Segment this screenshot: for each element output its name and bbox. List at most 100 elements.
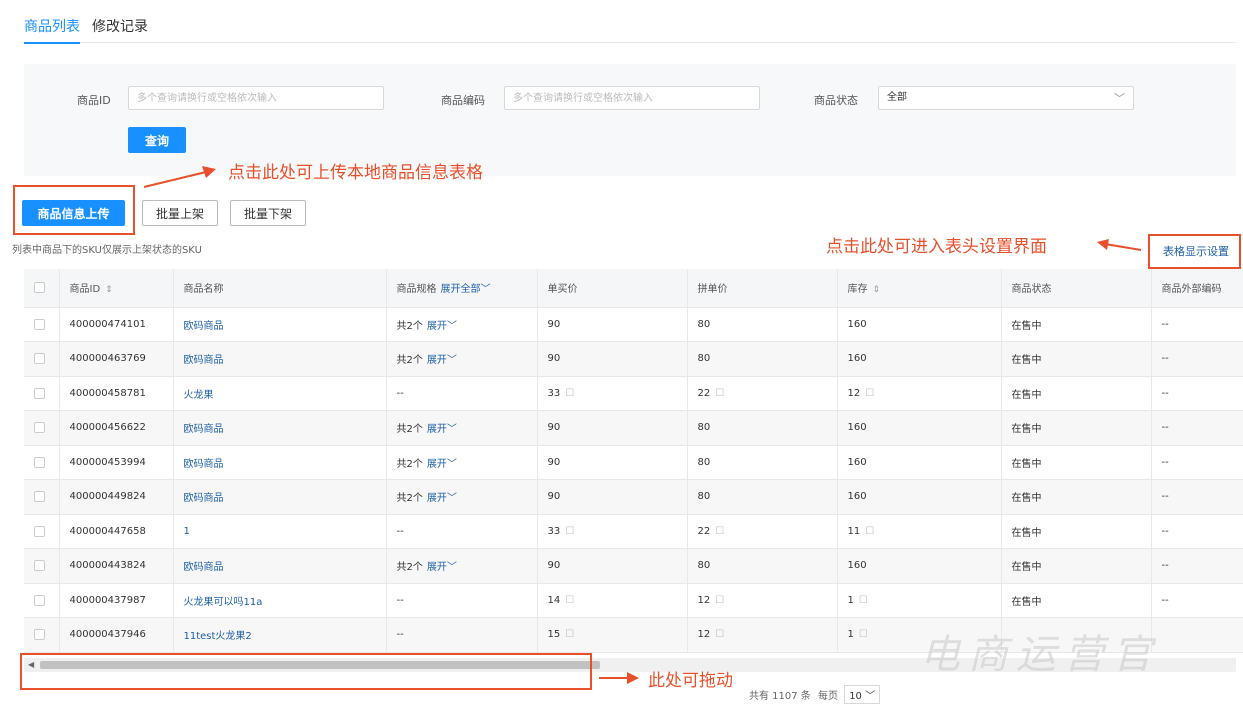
tab-product-list[interactable]: 商品列表 bbox=[24, 16, 80, 44]
product-name-cell: 欧码商品 bbox=[173, 445, 387, 480]
group-price-value: 80 bbox=[697, 491, 711, 503]
product-name-link[interactable]: 欧码商品 bbox=[184, 424, 224, 435]
product-name-link[interactable]: 欧码商品 bbox=[184, 493, 224, 504]
spec-count: -- bbox=[396, 594, 404, 606]
table-row: 400000463769 欧码商品 共2个 展开﹀ 90 80 160 在售中 -- bbox=[24, 341, 1243, 377]
search-button[interactable]: 查询 bbox=[128, 127, 186, 153]
row-checkbox[interactable] bbox=[34, 456, 45, 468]
group-price-value: 80 bbox=[697, 318, 711, 330]
table-row: 400000437987 火龙果可以吗11a -- 14 ☐ 12 ☐ 1 ☐ 在售中 -- bbox=[24, 583, 1243, 618]
edit-icon[interactable]: ☐ bbox=[565, 388, 574, 399]
row-select-cell bbox=[24, 583, 60, 618]
product-spec-cell: 共2个 展开﹀ bbox=[386, 341, 538, 377]
expand-spec-link[interactable]: 展开﹀ bbox=[427, 562, 457, 573]
row-checkbox[interactable] bbox=[34, 525, 45, 537]
edit-icon[interactable]: ☐ bbox=[565, 595, 574, 606]
spec-count: 共2个 bbox=[396, 320, 423, 332]
edit-icon[interactable]: ☐ bbox=[715, 388, 724, 399]
external-code-cell: -- bbox=[1151, 307, 1243, 342]
expand-spec-link[interactable]: 展开﹀ bbox=[427, 321, 457, 332]
group-price-cell: 80 bbox=[687, 548, 838, 584]
row-checkbox[interactable] bbox=[34, 629, 45, 640]
product-name-link[interactable]: 火龙果可以吗11a bbox=[184, 597, 263, 608]
sort-icon[interactable]: ⇕ bbox=[105, 285, 113, 295]
product-spec-cell: 共2个 展开﹀ bbox=[386, 410, 538, 446]
product-id-cell: 400000447658 bbox=[59, 514, 174, 549]
group-price-cell: 80 bbox=[687, 307, 838, 342]
table-display-settings-link[interactable]: 表格显示设置 bbox=[1163, 243, 1229, 259]
external-code-cell: -- bbox=[1151, 583, 1243, 618]
edit-icon[interactable]: ☐ bbox=[565, 629, 574, 640]
col-product-id[interactable]: 商品ID ⇕ bbox=[59, 269, 174, 308]
product-id-input[interactable] bbox=[128, 86, 384, 110]
external-code-cell: -- bbox=[1151, 376, 1243, 411]
edit-icon[interactable]: ☐ bbox=[865, 388, 874, 399]
settings-annotation-arrow bbox=[1097, 239, 1142, 251]
product-name-link[interactable]: 火龙果 bbox=[184, 390, 214, 401]
table-header-row: 商品ID ⇕ 商品名称 商品规格 展开全部﹀ 单买价 拼单价 库存 ⇕ 商品状态 商品… bbox=[24, 269, 1243, 308]
product-name-link[interactable]: 欧码商品 bbox=[184, 355, 224, 366]
external-code-cell bbox=[1151, 617, 1243, 653]
edit-icon[interactable]: ☐ bbox=[715, 629, 724, 640]
expand-all-label: 展开全部 bbox=[440, 284, 481, 296]
edit-icon[interactable]: ☐ bbox=[859, 595, 868, 606]
col-spec-label: 商品规格 bbox=[396, 284, 437, 296]
product-id-cell: 400000437946 bbox=[59, 617, 174, 653]
batch-list-button[interactable]: 批量上架 bbox=[142, 200, 218, 226]
single-price-value: 33 bbox=[547, 525, 561, 537]
stock-value: 160 bbox=[847, 353, 867, 365]
single-price-cell: 15 ☐ bbox=[537, 617, 688, 653]
filter-panel: 商品ID 商品编码 商品状态 全部 ﹀ 查询 bbox=[24, 64, 1236, 176]
edit-icon[interactable]: ☐ bbox=[715, 595, 724, 606]
external-code-cell: -- bbox=[1151, 445, 1243, 480]
tab-change-log[interactable]: 修改记录 bbox=[92, 16, 148, 36]
row-checkbox[interactable] bbox=[34, 560, 45, 571]
row-checkbox[interactable] bbox=[34, 353, 45, 364]
edit-icon[interactable]: ☐ bbox=[865, 526, 874, 537]
single-price-value: 90 bbox=[547, 353, 561, 365]
edit-icon[interactable]: ☐ bbox=[565, 526, 574, 537]
expand-all-link[interactable]: 展开全部﹀ bbox=[441, 284, 491, 295]
product-table: 商品ID ⇕ 商品名称 商品规格 展开全部﹀ 单买价 拼单价 库存 ⇕ 商品状态 商品… bbox=[24, 269, 1243, 653]
group-price-cell: 12 ☐ bbox=[687, 583, 838, 618]
stock-value: 160 bbox=[847, 560, 867, 572]
row-checkbox[interactable] bbox=[34, 422, 45, 433]
row-checkbox[interactable] bbox=[34, 318, 45, 330]
settings-annotation-text: 点击此处可进入表头设置界面 bbox=[826, 237, 1047, 257]
product-name-link[interactable]: 欧码商品 bbox=[184, 459, 224, 470]
spec-count: 共2个 bbox=[396, 562, 423, 574]
expand-spec-link[interactable]: 展开﹀ bbox=[427, 424, 457, 435]
product-name-link[interactable]: 欧码商品 bbox=[184, 562, 224, 573]
upload-highlight-box bbox=[13, 185, 135, 235]
product-name-link[interactable]: 1 bbox=[184, 526, 190, 537]
single-price-cell: 90 bbox=[537, 341, 688, 377]
col-product-spec: 商品规格 展开全部﹀ bbox=[386, 269, 538, 308]
select-all-checkbox[interactable] bbox=[34, 282, 45, 293]
expand-spec-link[interactable]: 展开﹀ bbox=[427, 355, 457, 366]
row-select-cell bbox=[24, 410, 60, 446]
expand-spec-link[interactable]: 展开﹀ bbox=[427, 459, 457, 470]
single-price-cell: 90 bbox=[537, 410, 688, 446]
product-name-link[interactable]: 11test火龙果2 bbox=[184, 631, 252, 642]
product-code-input[interactable] bbox=[504, 86, 760, 110]
row-checkbox[interactable] bbox=[34, 491, 45, 502]
single-price-cell: 90 bbox=[537, 548, 688, 584]
single-price-value: 90 bbox=[547, 491, 561, 503]
product-id-cell: 400000449824 bbox=[59, 479, 174, 515]
batch-delist-button[interactable]: 批量下架 bbox=[230, 200, 306, 226]
expand-spec-link[interactable]: 展开﹀ bbox=[427, 493, 457, 504]
product-name-cell: 1 bbox=[173, 514, 387, 549]
edit-icon[interactable]: ☐ bbox=[859, 629, 868, 640]
sort-icon[interactable]: ⇕ bbox=[873, 285, 881, 295]
spec-count: 共2个 bbox=[396, 424, 423, 436]
page-size-select[interactable]: 10 ﹀ bbox=[844, 685, 881, 704]
table-row: 400000456622 欧码商品 共2个 展开﹀ 90 80 160 在售中 -- bbox=[24, 410, 1243, 446]
edit-icon[interactable]: ☐ bbox=[715, 526, 724, 537]
chevron-down-icon: ﹀ bbox=[480, 284, 491, 296]
single-price-value: 33 bbox=[547, 387, 561, 399]
product-name-link[interactable]: 欧码商品 bbox=[184, 321, 224, 332]
row-checkbox[interactable] bbox=[34, 387, 45, 399]
row-checkbox[interactable] bbox=[34, 594, 45, 606]
col-stock[interactable]: 库存 ⇕ bbox=[837, 269, 1002, 308]
product-status-select[interactable]: 全部 ﹀ bbox=[878, 86, 1134, 110]
